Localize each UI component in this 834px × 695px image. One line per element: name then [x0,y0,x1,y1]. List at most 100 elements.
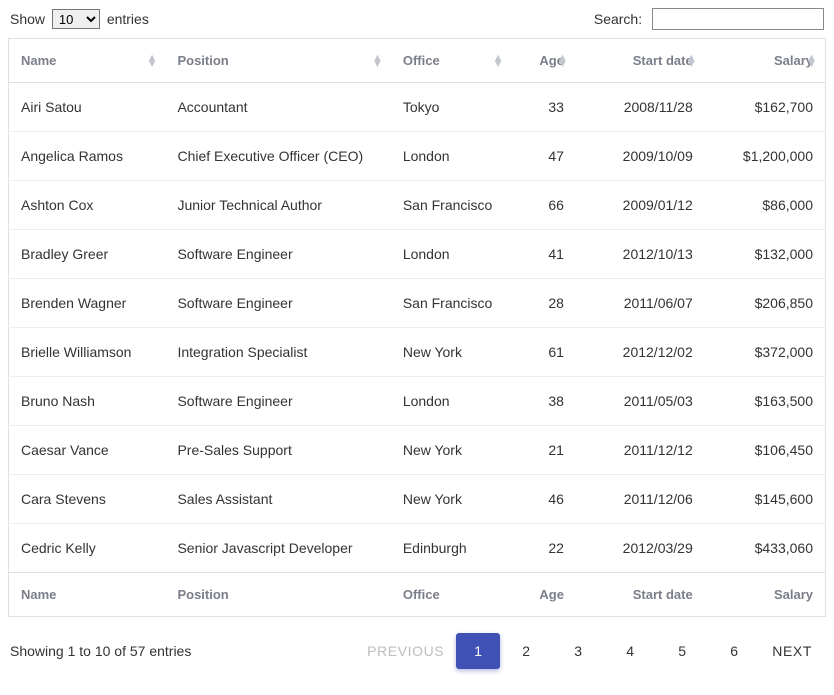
column-footer-office: Office [391,573,512,617]
cell-start: 2011/06/07 [576,279,705,328]
cell-salary: $372,000 [705,328,826,377]
cell-name: Ashton Cox [9,181,166,230]
column-header-label: Name [21,53,56,68]
cell-office: Tokyo [391,83,512,132]
column-footer-salary: Salary [705,573,826,617]
search-input[interactable] [652,8,824,30]
cell-start: 2012/10/13 [576,230,705,279]
cell-age: 61 [512,328,576,377]
column-footer-name: Name [9,573,166,617]
table-row[interactable]: Brielle WilliamsonIntegration Specialist… [9,328,826,377]
cell-position: Senior Javascript Developer [165,524,390,573]
cell-start: 2012/12/02 [576,328,705,377]
sort-icon: ▲▼ [557,55,568,67]
column-header-age[interactable]: Age▲▼ [512,39,576,83]
cell-name: Caesar Vance [9,426,166,475]
cell-salary: $206,850 [705,279,826,328]
sort-icon: ▲▼ [147,55,158,67]
column-header-office[interactable]: Office▲▼ [391,39,512,83]
table-footer: NamePositionOfficeAgeStart dateSalary [9,573,826,617]
cell-office: London [391,230,512,279]
cell-office: New York [391,328,512,377]
page-length-control: Show 102550100 entries [10,9,149,29]
cell-name: Airi Satou [9,83,166,132]
cell-name: Bradley Greer [9,230,166,279]
column-header-salary[interactable]: Salary▲▼ [705,39,826,83]
pagination-next[interactable]: NEXT [760,633,824,669]
cell-start: 2009/01/12 [576,181,705,230]
cell-age: 22 [512,524,576,573]
pagination-page-4[interactable]: 4 [604,633,656,669]
pagination-page-5[interactable]: 5 [656,633,708,669]
cell-position: Sales Assistant [165,475,390,524]
cell-age: 47 [512,132,576,181]
pagination: PREVIOUS123456NEXT [210,633,824,669]
cell-salary: $163,500 [705,377,826,426]
cell-age: 41 [512,230,576,279]
cell-position: Software Engineer [165,230,390,279]
cell-position: Chief Executive Officer (CEO) [165,132,390,181]
cell-start: 2011/12/06 [576,475,705,524]
cell-name: Angelica Ramos [9,132,166,181]
page-length-select[interactable]: 102550100 [52,9,100,29]
table-info: Showing 1 to 10 of 57 entries [10,643,210,659]
table-row[interactable]: Brenden WagnerSoftware EngineerSan Franc… [9,279,826,328]
cell-age: 46 [512,475,576,524]
search-label: Search: [594,11,642,27]
sort-icon: ▲▼ [806,55,817,67]
column-header-position[interactable]: Position▲▼ [165,39,390,83]
column-footer-start: Start date [576,573,705,617]
cell-age: 38 [512,377,576,426]
pagination-page-1[interactable]: 1 [456,633,500,669]
table-row[interactable]: Bradley GreerSoftware EngineerLondon4120… [9,230,826,279]
data-table: Name▲▼Position▲▼Office▲▼Age▲▼Start date▲… [8,38,826,617]
cell-name: Brielle Williamson [9,328,166,377]
cell-position: Software Engineer [165,279,390,328]
table-row[interactable]: Cedric KellySenior Javascript DeveloperE… [9,524,826,573]
cell-salary: $433,060 [705,524,826,573]
cell-age: 21 [512,426,576,475]
cell-office: London [391,377,512,426]
cell-office: San Francisco [391,279,512,328]
column-header-start[interactable]: Start date▲▼ [576,39,705,83]
cell-age: 33 [512,83,576,132]
table-row[interactable]: Caesar VancePre-Sales SupportNew York212… [9,426,826,475]
column-header-name[interactable]: Name ▲▼ [9,39,166,83]
cell-name: Cara Stevens [9,475,166,524]
pagination-page-2[interactable]: 2 [500,633,552,669]
table-row[interactable]: Angelica RamosChief Executive Officer (C… [9,132,826,181]
cell-salary: $106,450 [705,426,826,475]
table-row[interactable]: Cara StevensSales AssistantNew York46201… [9,475,826,524]
column-footer-position: Position [165,573,390,617]
pagination-previous: PREVIOUS [355,633,456,669]
table-body: Airi SatouAccountantTokyo332008/11/28$16… [9,83,826,573]
cell-salary: $1,200,000 [705,132,826,181]
cell-start: 2012/03/29 [576,524,705,573]
sort-icon: ▲▼ [686,55,697,67]
cell-office: New York [391,426,512,475]
column-header-label: Office [403,53,440,68]
cell-position: Integration Specialist [165,328,390,377]
cell-salary: $145,600 [705,475,826,524]
cell-salary: $132,000 [705,230,826,279]
column-footer-age: Age [512,573,576,617]
cell-start: 2008/11/28 [576,83,705,132]
cell-position: Accountant [165,83,390,132]
pagination-page-3[interactable]: 3 [552,633,604,669]
cell-position: Pre-Sales Support [165,426,390,475]
table-row[interactable]: Ashton CoxJunior Technical AuthorSan Fra… [9,181,826,230]
column-header-label: Start date [633,53,693,68]
cell-name: Brenden Wagner [9,279,166,328]
cell-start: 2011/05/03 [576,377,705,426]
cell-age: 28 [512,279,576,328]
table-header: Name▲▼Position▲▼Office▲▼Age▲▼Start date▲… [9,39,826,83]
show-label: Show [10,11,45,27]
pagination-page-6[interactable]: 6 [708,633,760,669]
table-row[interactable]: Airi SatouAccountantTokyo332008/11/28$16… [9,83,826,132]
cell-salary: $162,700 [705,83,826,132]
cell-name: Cedric Kelly [9,524,166,573]
cell-salary: $86,000 [705,181,826,230]
table-row[interactable]: Bruno NashSoftware EngineerLondon382011/… [9,377,826,426]
cell-start: 2011/12/12 [576,426,705,475]
cell-position: Junior Technical Author [165,181,390,230]
